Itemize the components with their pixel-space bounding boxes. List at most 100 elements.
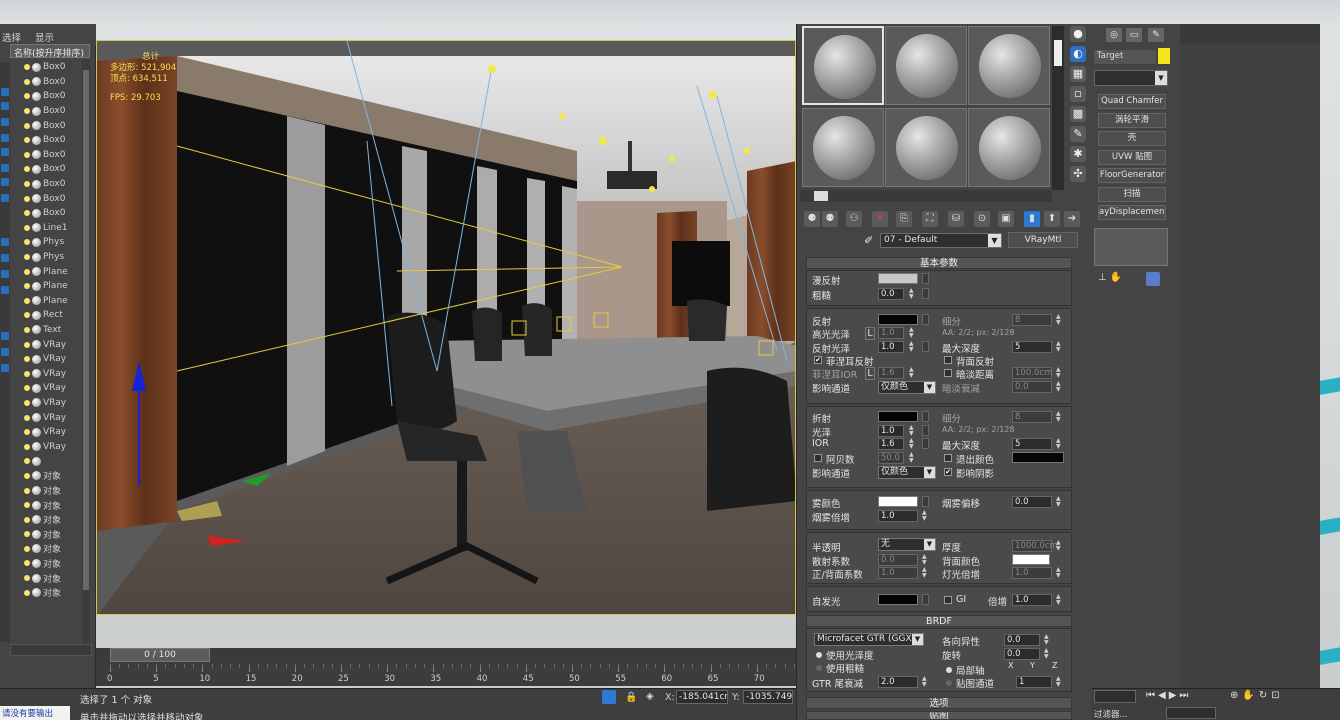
go-sibling-icon[interactable]: ➔ bbox=[1064, 211, 1080, 227]
list-item[interactable]: VRay bbox=[24, 337, 80, 352]
name-column-header[interactable]: 名称(按升序排序) bbox=[10, 44, 90, 59]
filter-icon[interactable] bbox=[1, 164, 9, 172]
self-illum-map-button[interactable] bbox=[922, 594, 929, 605]
material-slot-3[interactable] bbox=[968, 26, 1050, 105]
object-list-hscrollbar[interactable] bbox=[10, 644, 92, 656]
dim-falloff-spinner[interactable]: ▲ ▼ bbox=[1056, 381, 1063, 393]
isolate-icon[interactable] bbox=[602, 690, 616, 704]
visibility-icon[interactable] bbox=[24, 137, 30, 144]
scatter-spinner[interactable]: ▲ ▼ bbox=[922, 554, 929, 566]
refl-subdivs-spinner[interactable]: ▲ ▼ bbox=[1056, 314, 1063, 326]
list-item[interactable]: Plane bbox=[24, 279, 80, 294]
current-frame-field[interactable] bbox=[1166, 707, 1216, 719]
basic-params-rollout[interactable]: 基本参数 bbox=[806, 257, 1072, 269]
list-item[interactable]: VRay bbox=[24, 352, 80, 367]
roughness-field[interactable]: 0.0 bbox=[878, 288, 904, 300]
refract-gloss-spinner[interactable]: ▲ ▼ bbox=[909, 425, 916, 437]
uv-tiling-icon[interactable]: ▫ bbox=[1070, 86, 1086, 102]
refract-gloss-map-button[interactable] bbox=[922, 425, 929, 436]
filter-icon[interactable] bbox=[1, 148, 9, 156]
camera-viewport[interactable] bbox=[96, 40, 796, 615]
filter-icon[interactable] bbox=[1, 102, 9, 110]
self-illum-mult-spinner[interactable]: ▲ ▼ bbox=[1056, 594, 1063, 606]
refl-gloss-spinner[interactable]: ▲ ▼ bbox=[909, 341, 916, 353]
filter-icon[interactable] bbox=[1, 254, 9, 262]
show-map-icon[interactable]: ▣ bbox=[998, 211, 1014, 227]
backlight-icon[interactable]: ◐ bbox=[1070, 46, 1086, 62]
menu-select[interactable]: 选择 bbox=[2, 30, 21, 44]
abbe-field[interactable]: 50.0 bbox=[878, 452, 904, 464]
visibility-icon[interactable] bbox=[24, 210, 30, 217]
list-item[interactable]: Box0 bbox=[24, 89, 80, 104]
filter-icon[interactable] bbox=[1, 348, 9, 356]
object-list-scrollbar[interactable] bbox=[82, 60, 90, 650]
visibility-icon[interactable] bbox=[24, 312, 30, 319]
material-id-icon[interactable]: ⊙ bbox=[974, 211, 990, 227]
visibility-icon[interactable] bbox=[24, 458, 30, 465]
ior-map-button[interactable] bbox=[922, 438, 929, 449]
visibility-icon[interactable] bbox=[24, 64, 30, 71]
visibility-icon[interactable] bbox=[24, 516, 30, 523]
get-material-icon[interactable]: ⚈ bbox=[804, 211, 820, 227]
translucency-dropdown[interactable]: 无 ▼ bbox=[878, 538, 936, 551]
modifier-button-5[interactable]: FloorGenerator bbox=[1098, 168, 1166, 183]
list-item[interactable]: Box0 bbox=[24, 75, 80, 90]
list-item[interactable]: Plane bbox=[24, 294, 80, 309]
material-slot-6[interactable] bbox=[968, 108, 1050, 187]
dim-distance-field[interactable]: 100.0cm bbox=[1012, 367, 1052, 379]
pin-stack-icon[interactable]: ⊥ ✋ bbox=[1098, 272, 1122, 283]
list-item[interactable]: 对象 bbox=[24, 585, 80, 600]
assign-to-selection-icon[interactable]: ⚇ bbox=[846, 211, 862, 227]
exit-color-swatch[interactable] bbox=[1012, 452, 1064, 463]
fresnel-checkbox[interactable]: ✔ bbox=[814, 356, 822, 364]
go-to-parent-icon[interactable]: ⬆ bbox=[1044, 211, 1060, 227]
refract-subdivs-field[interactable]: 8 bbox=[1012, 411, 1052, 423]
list-item[interactable]: 对象 bbox=[24, 498, 80, 513]
filter-icon[interactable] bbox=[1, 238, 9, 246]
local-axis-radio[interactable] bbox=[946, 667, 952, 673]
visibility-icon[interactable] bbox=[24, 356, 30, 363]
visibility-icon[interactable] bbox=[24, 122, 30, 129]
track-bar[interactable]: 05101520253035404550556065707580 bbox=[96, 662, 857, 686]
map-channel-field[interactable]: 1 bbox=[1016, 676, 1052, 688]
slots-hscrollbar[interactable] bbox=[800, 190, 1052, 202]
scatter-field[interactable]: 0.0 bbox=[878, 554, 918, 566]
visibility-icon[interactable] bbox=[24, 589, 30, 596]
modifier-button-3[interactable]: 壳 bbox=[1098, 131, 1166, 146]
object-name-field[interactable]: Target bbox=[1094, 50, 1156, 64]
visibility-icon[interactable] bbox=[24, 93, 30, 100]
roughness-map-button[interactable] bbox=[922, 288, 929, 299]
background-icon[interactable]: ▦ bbox=[1070, 66, 1086, 82]
list-item[interactable]: Box0 bbox=[24, 162, 80, 177]
visibility-icon[interactable] bbox=[24, 414, 30, 421]
modifier-button-2[interactable]: 涡轮平滑 bbox=[1098, 113, 1166, 128]
modifier-list-dropdown[interactable]: ▼ bbox=[1094, 70, 1168, 86]
hilight-gloss-spinner[interactable]: ▲ ▼ bbox=[909, 327, 916, 339]
fresnel-ior-field[interactable]: 1.6 bbox=[878, 367, 904, 379]
visibility-icon[interactable] bbox=[24, 239, 30, 246]
viewport-nav-controls[interactable]: ⊕✋↻⊡ bbox=[1230, 690, 1284, 701]
display-tab-icon[interactable]: ◎ bbox=[1106, 28, 1122, 42]
chevron-down-icon[interactable]: ▼ bbox=[912, 634, 923, 645]
list-item[interactable]: Text bbox=[24, 323, 80, 338]
refract-map-button[interactable] bbox=[922, 411, 929, 422]
utilities-tab-icon[interactable]: ▭ bbox=[1126, 28, 1142, 42]
chevron-down-icon[interactable]: ▼ bbox=[924, 539, 935, 550]
diffuse-map-button[interactable] bbox=[922, 273, 929, 284]
dim-distance-checkbox[interactable] bbox=[944, 369, 952, 377]
visibility-icon[interactable] bbox=[24, 341, 30, 348]
visibility-icon[interactable] bbox=[24, 399, 30, 406]
gi-checkbox[interactable] bbox=[944, 596, 952, 604]
list-item[interactable]: Box0 bbox=[24, 118, 80, 133]
viewport-label[interactable]: [+] [PhysCamera001 ] [明暗处理 ] bbox=[100, 26, 250, 39]
material-name-field[interactable]: 07 - Default ▼ bbox=[880, 233, 1002, 248]
use-glossiness-radio[interactable] bbox=[816, 652, 822, 658]
roughness-spinner[interactable]: ▲ ▼ bbox=[909, 288, 916, 300]
affect-shadows-checkbox[interactable]: ✔ bbox=[944, 468, 952, 476]
visibility-icon[interactable] bbox=[24, 297, 30, 304]
material-type-button[interactable]: VRayMtl bbox=[1008, 232, 1078, 248]
filter-icon[interactable] bbox=[1, 332, 9, 340]
pick-material-icon[interactable]: ✐ bbox=[864, 234, 873, 247]
copy-material-icon[interactable]: ⎘ bbox=[896, 211, 912, 227]
use-roughness-radio[interactable] bbox=[816, 665, 822, 671]
